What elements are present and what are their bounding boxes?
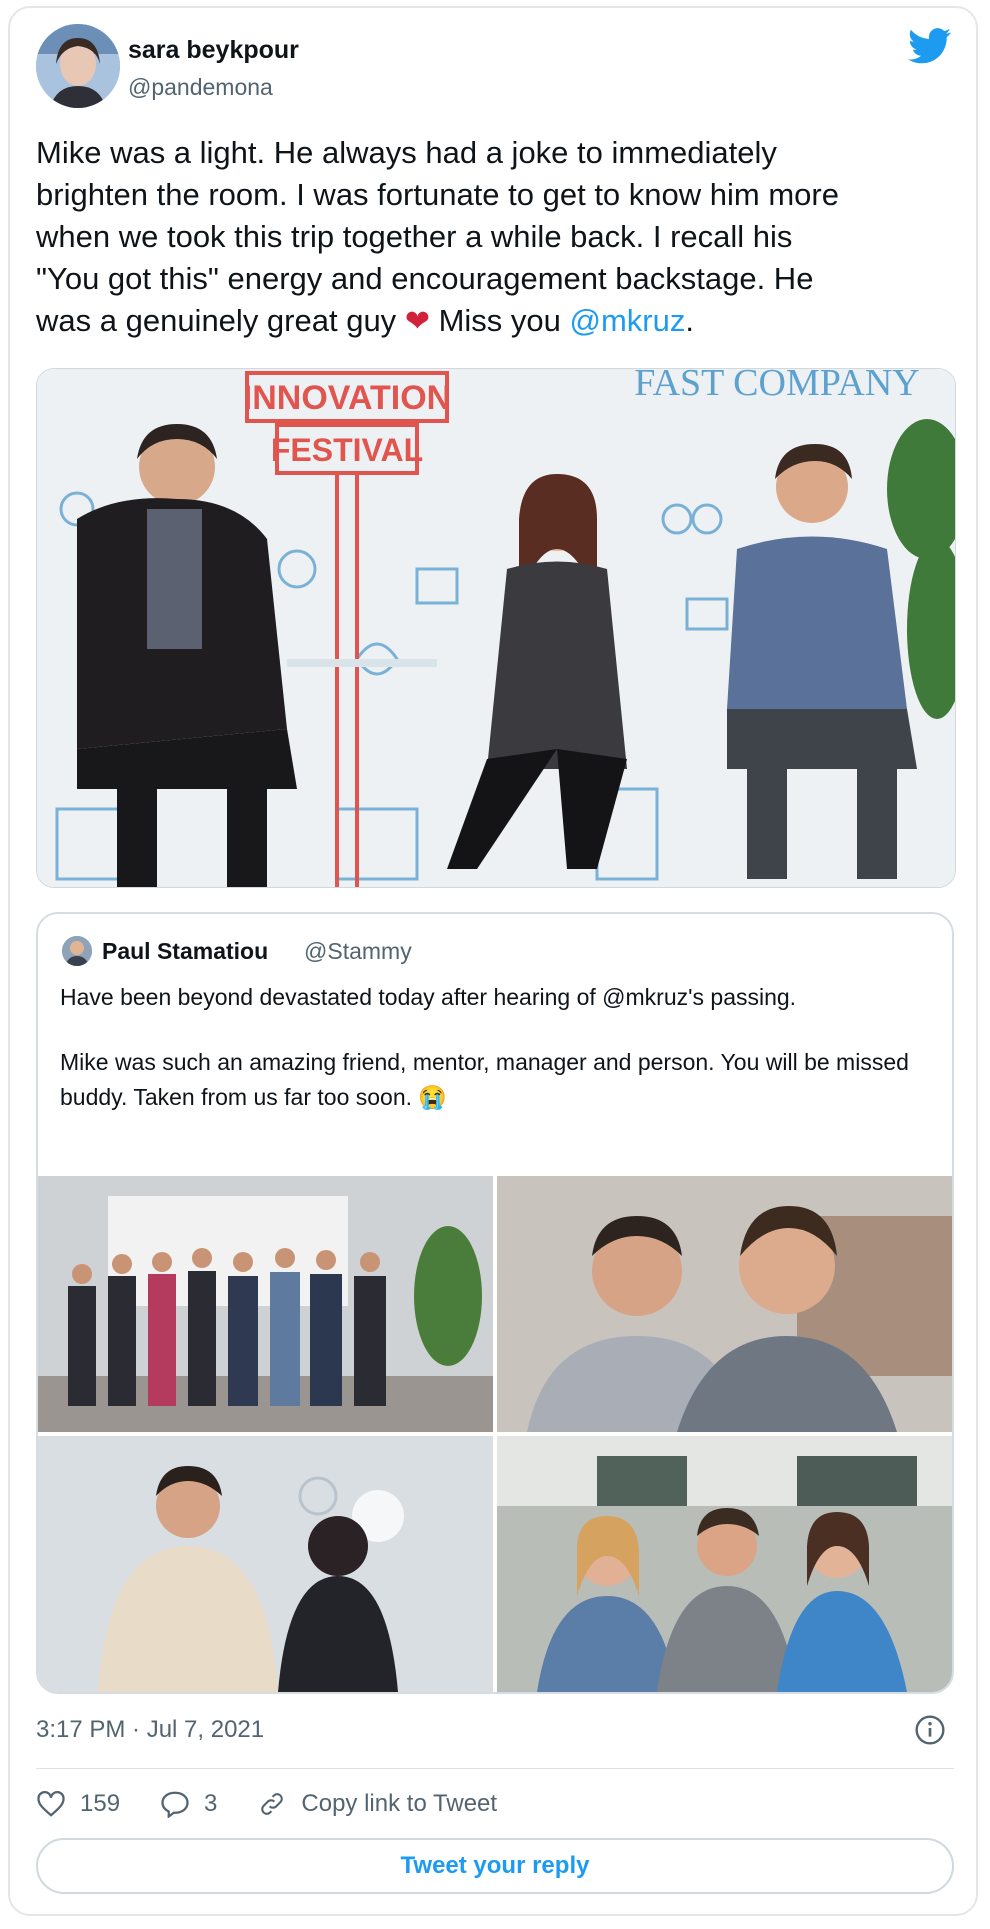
info-icon[interactable] bbox=[914, 1714, 946, 1746]
like-count: 159 bbox=[80, 1790, 121, 1817]
heart-emoji-icon: ❤ bbox=[404, 305, 430, 338]
mention-link[interactable]: @mkruz bbox=[570, 303, 686, 338]
quoted-photo-grid bbox=[38, 1176, 952, 1692]
tweet-line: was a genuinely great guy ❤ Miss you @mk… bbox=[36, 300, 956, 343]
quoted-author-display-name[interactable]: Paul Stamatiou bbox=[102, 938, 268, 964]
tweet-line: "You got this" energy and encouragement … bbox=[36, 261, 814, 296]
tweet-timestamp[interactable]: 3:17 PM · Jul 7, 2021 bbox=[36, 1716, 264, 1744]
author-avatar[interactable] bbox=[36, 24, 120, 108]
quoted-author-avatar[interactable] bbox=[62, 936, 92, 966]
banner-subtitle: FESTIVAL bbox=[271, 432, 423, 468]
tweet-text: Mike was a light. He always had a joke t… bbox=[36, 132, 956, 343]
tweet-line: Mike was a light. He always had a joke t… bbox=[36, 135, 777, 170]
reply-icon bbox=[161, 1791, 189, 1818]
tweet-actions: 159 3 Copy link to Tweet bbox=[36, 1782, 537, 1826]
copy-link-label: Copy link to Tweet bbox=[301, 1790, 498, 1817]
tweet-photo[interactable]: INNOVATION FESTIVAL FAST COMPANY bbox=[36, 368, 956, 888]
quoted-photo[interactable] bbox=[38, 1176, 493, 1432]
quoted-author-name[interactable]: Paul Stamatiou bbox=[102, 938, 268, 965]
quoted-photo[interactable] bbox=[497, 1436, 952, 1692]
tweet-line-part: was a genuinely great guy bbox=[36, 303, 397, 338]
quoted-tweet-text: Have been beyond devastated today after … bbox=[60, 980, 930, 1115]
quoted-paragraph: Have been beyond devastated today after … bbox=[60, 984, 797, 1010]
author-handle[interactable]: @pandemona bbox=[128, 74, 273, 101]
quoted-paragraph: Mike was such an amazing friend, mentor,… bbox=[60, 1049, 909, 1110]
quoted-author-handle[interactable]: @Stammy bbox=[304, 938, 412, 965]
tweet-line: brighten the room. I was fortunate to ge… bbox=[36, 177, 839, 212]
tweet-line: when we took this trip together a while … bbox=[36, 219, 793, 254]
tweet-line-part: Miss you bbox=[438, 303, 561, 338]
banner-sponsor: FAST COMPANY bbox=[634, 369, 919, 404]
banner-title: INNOVATION bbox=[243, 379, 451, 417]
author-name[interactable]: sara beykpour bbox=[128, 36, 299, 65]
twitter-bird-icon[interactable] bbox=[908, 28, 952, 64]
reply-button[interactable]: 3 bbox=[160, 1790, 217, 1818]
copy-link-button[interactable]: Copy link to Tweet bbox=[257, 1790, 497, 1818]
heart-icon bbox=[37, 1791, 65, 1817]
quoted-tweet[interactable]: Paul Stamatiou @Stammy Have been beyond … bbox=[36, 912, 954, 1694]
divider bbox=[36, 1768, 954, 1769]
tweet-line-part: . bbox=[685, 303, 694, 338]
like-button[interactable]: 159 bbox=[36, 1790, 120, 1818]
link-icon bbox=[261, 1793, 284, 1815]
tweet-your-reply-button[interactable]: Tweet your reply bbox=[36, 1838, 954, 1894]
quoted-photo[interactable] bbox=[497, 1176, 952, 1432]
quoted-photo[interactable] bbox=[38, 1436, 493, 1692]
reply-count: 3 bbox=[204, 1790, 218, 1817]
